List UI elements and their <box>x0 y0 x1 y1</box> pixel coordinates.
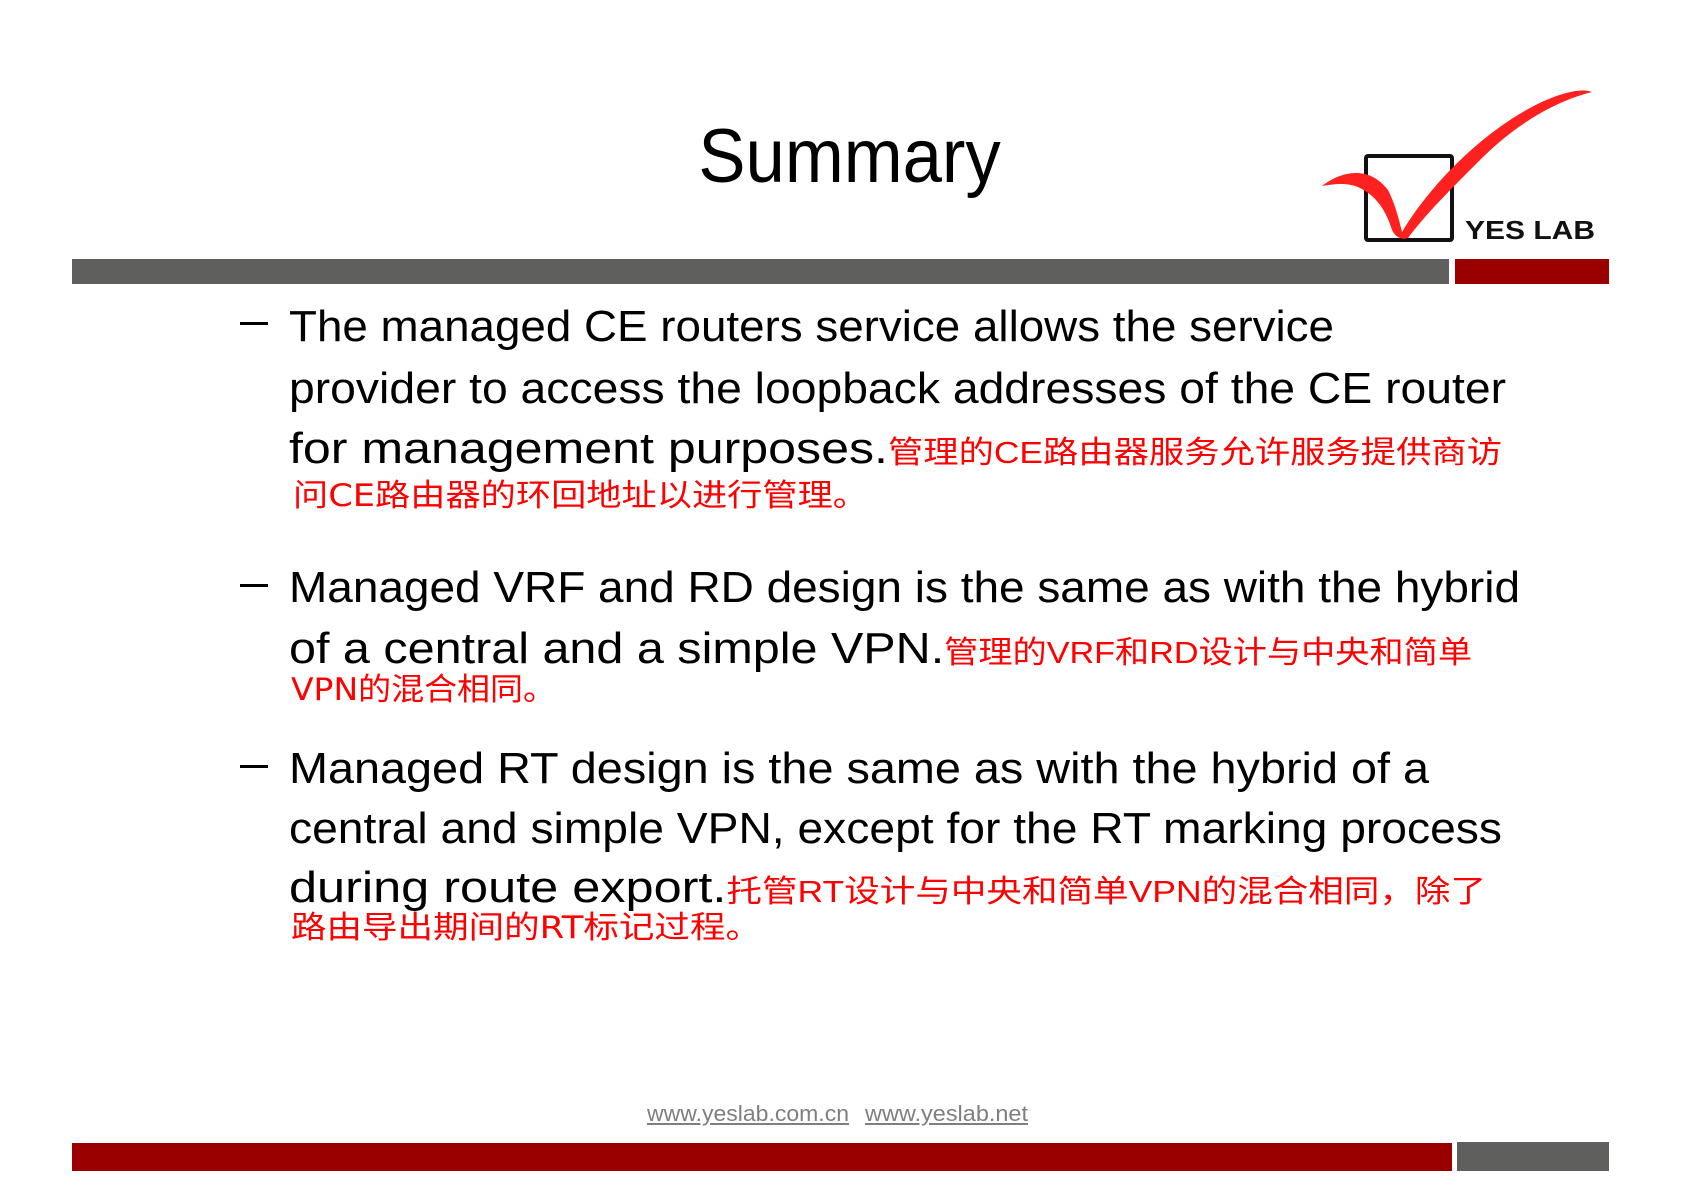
bullet-3-line-2: central and simple VPN, except for the R… <box>289 804 1502 853</box>
bullet-3-english-end: during route export. <box>289 863 727 912</box>
footer-link-com-cn[interactable]: www.yeslab.com.cn <box>647 1101 849 1127</box>
checkmark-logo-icon: YES LAB <box>1322 90 1595 245</box>
bullet-2-translation-1: 管理的VRF和RD设计与中央和简单 <box>944 635 1472 670</box>
footer-bar-gray <box>1457 1142 1609 1171</box>
bullet-1-translation-1: 管理的CE路由器服务允许服务提供商访 <box>887 435 1502 470</box>
bullet-2-translation-2: VPN的混合相同。 <box>291 672 556 708</box>
bullet-3-translation-2: 路由导出期间的RT标记过程。 <box>291 910 761 946</box>
bullet-3-line-3: during route export.托管RT设计与中央和简单VPN的混合相同… <box>289 866 1486 910</box>
bullet-1-line-1: The managed CE routers service allows th… <box>289 302 1334 351</box>
logo-text: YES LAB <box>1465 215 1595 245</box>
footer-bar-red <box>72 1143 1452 1171</box>
bullet-2-english-end: of a central and a simple VPN. <box>289 624 945 673</box>
bullet-3-translation-1: 托管RT设计与中央和简单VPN的混合相同，除了 <box>726 874 1486 909</box>
yeslab-logo: YES LAB <box>1300 80 1620 250</box>
bullet-1-english-end: for management purposes. <box>289 424 888 473</box>
bullet-marker <box>240 584 268 587</box>
footer-link-net[interactable]: www.yeslab.net <box>865 1101 1028 1127</box>
header-bar-red <box>1455 259 1609 284</box>
bullet-marker <box>240 765 268 768</box>
bullet-1-line-3: for management purposes.管理的CE路由器服务允许服务提供… <box>289 427 1502 471</box>
bullet-1-translation-2: 问CE路由器的环回地址以进行管理。 <box>293 478 868 514</box>
header-bar-gray <box>72 259 1449 284</box>
bullet-1-line-2: provider to access the loopback addresse… <box>289 364 1506 413</box>
bullet-2-line-2: of a central and a simple VPN.管理的VRF和RD设… <box>289 627 1472 671</box>
bullet-3-line-1: Managed RT design is the same as with th… <box>289 744 1429 793</box>
bullet-marker <box>240 322 268 325</box>
bullet-2-line-1: Managed VRF and RD design is the same as… <box>289 563 1520 612</box>
slide-title-text: Summary <box>698 114 1001 199</box>
